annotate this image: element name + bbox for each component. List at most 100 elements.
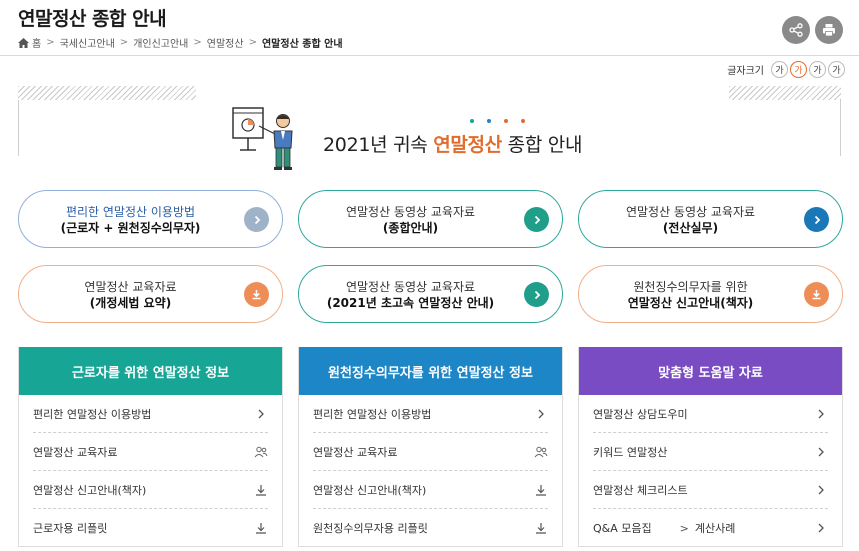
list-item[interactable]: 연말정산 교육자료 xyxy=(313,433,548,471)
list-item-group: Q&A 모음집 > 계산사례 xyxy=(593,520,735,536)
quick-link-video-express[interactable]: 연말정산 동영상 교육자료 (2021년 초고속 연말정산 안내) xyxy=(298,265,563,323)
quick-link-line2: (전산실무) xyxy=(662,221,719,235)
list-item-label: 편리한 연말정산 이용방법 xyxy=(33,407,152,421)
withholding-agents-info-panel: 원천징수의무자를 위한 연말정산 정보 편리한 연말정산 이용방법 연말정산 교… xyxy=(298,347,563,547)
breadcrumb-separator-icon: > xyxy=(193,37,202,48)
breadcrumb: 홈 > 국세신고안내 > 개인신고안내 > 연말정산 > 연말정산 종합 안내 xyxy=(18,35,343,50)
printer-icon xyxy=(823,24,835,37)
presenter-illustration-icon xyxy=(232,107,293,170)
quick-link-video-it-practice[interactable]: 연말정산 동영상 교육자료 (전산실무) xyxy=(578,190,843,248)
panel-title: 원천징수의무자를 위한 연말정산 정보 xyxy=(299,347,562,395)
list-item-label: 편리한 연말정산 이용방법 xyxy=(313,407,432,421)
download-icon xyxy=(244,282,269,307)
chevron-right-icon xyxy=(818,409,824,418)
banner-hatch-decoration xyxy=(18,86,196,100)
list-item-label: 연말정산 교육자료 xyxy=(33,445,118,459)
page-header: 연말정산 종합 안내 홈 > 국세신고안내 > 개인신고안내 > 연말정산 > … xyxy=(0,0,859,56)
list-item-label: 연말정산 신고안내(책자) xyxy=(313,483,427,497)
download-icon xyxy=(256,484,266,496)
banner-title-suffix: 종합 안내 xyxy=(501,134,583,156)
list-item-label: 키워드 연말정산 xyxy=(593,445,668,459)
quick-link-withholding-booklet[interactable]: 원천징수의무자를 위한연말정산 신고안내(책자) xyxy=(578,265,843,323)
quick-link-video-overview[interactable]: 연말정산 동영상 교육자료 (종합안내) xyxy=(298,190,563,248)
font-size-normal-button[interactable]: 가 xyxy=(790,61,807,78)
print-button[interactable] xyxy=(815,16,843,44)
list-item-label: 원천징수의무자용 리플릿 xyxy=(313,522,428,535)
quick-link-line1: 원천징수의무자를 위한 xyxy=(633,280,748,294)
chevron-right-icon xyxy=(524,207,549,232)
list-item[interactable]: 연말정산 신고안내(책자) xyxy=(33,471,268,509)
page-title: 연말정산 종합 안내 xyxy=(18,8,167,30)
list-item[interactable]: Q&A 모음집 > 계산사례 xyxy=(593,509,828,547)
workers-info-panel: 근로자를 위한 연말정산 정보 편리한 연말정산 이용방법 연말정산 교육자료 … xyxy=(18,347,283,547)
breadcrumb-current: 연말정산 종합 안내 xyxy=(261,39,343,50)
quick-link-line2: (개정세법 요약) xyxy=(89,296,172,310)
chevron-right-icon xyxy=(538,409,544,418)
share-icon xyxy=(789,23,803,37)
home-icon[interactable] xyxy=(18,37,29,48)
banner-title-highlight: 연말정산 xyxy=(433,134,502,156)
list-item[interactable]: 편리한 연말정산 이용방법 xyxy=(313,395,548,433)
custom-help-panel: 맞춤형 도움말 자료 연말정산 상담도우미 키워드 연말정산 연말정산 체크리스… xyxy=(578,347,843,547)
chevron-right-icon xyxy=(818,447,824,456)
chevron-right-icon xyxy=(818,485,824,494)
quick-link-education-material[interactable]: 연말정산 교육자료 (개정세법 요약) xyxy=(18,265,283,323)
list-item-extra-label[interactable]: 계산사례 xyxy=(695,520,735,536)
quick-link-line2: (종합안내) xyxy=(382,221,439,235)
list-item-label: 연말정산 신고안내(책자) xyxy=(33,483,147,497)
quick-link-line2: (근로자 + 원천징수의무자) xyxy=(60,221,201,235)
download-icon xyxy=(536,523,546,534)
banner-border xyxy=(840,100,841,156)
download-icon xyxy=(536,484,546,496)
breadcrumb-separator-icon: > xyxy=(248,37,257,48)
list-item-label: 연말정산 상담도우미 xyxy=(593,407,688,421)
people-icon xyxy=(534,446,548,457)
banner-title-prefix: 2021년 귀속 xyxy=(323,134,434,156)
chevron-right-icon xyxy=(818,523,824,533)
list-item[interactable]: 근로자용 리플릿 xyxy=(33,509,268,547)
banner: 2021년 귀속 연말정산 종합 안내 xyxy=(18,86,841,171)
people-icon xyxy=(254,446,268,457)
chevron-right-icon xyxy=(258,409,264,418)
download-icon xyxy=(256,523,266,534)
quick-link-line1: 연말정산 동영상 교육자료 xyxy=(625,205,756,219)
list-item[interactable]: 키워드 연말정산 xyxy=(593,433,828,471)
panel-title: 맞춤형 도움말 자료 xyxy=(579,347,842,395)
list-item[interactable]: 원천징수의무자용 리플릿 xyxy=(313,509,548,547)
list-item-label: 연말정산 교육자료 xyxy=(313,445,398,459)
chevron-right-icon xyxy=(244,207,269,232)
quick-link-line1: 편리한 연말정산 이용방법 xyxy=(65,205,196,219)
panel-title: 근로자를 위한 연말정산 정보 xyxy=(19,347,282,395)
quick-link-line1: 연말정산 동영상 교육자료 xyxy=(345,280,476,294)
banner-title: 2021년 귀속 연말정산 종합 안내 xyxy=(323,130,582,157)
quick-link-usage-guide[interactable]: 편리한 연말정산 이용방법 (근로자 + 원천징수의무자) xyxy=(18,190,283,248)
list-item-label: 연말정산 체크리스트 xyxy=(593,483,688,497)
list-item[interactable]: 편리한 연말정산 이용방법 xyxy=(33,395,268,433)
chevron-right-icon xyxy=(804,207,829,232)
breadcrumb-separator-icon: > xyxy=(119,37,129,48)
chevron-right-icon: > xyxy=(679,521,689,535)
font-size-control: 글자크기 가 가 가 가 xyxy=(727,61,845,78)
banner-border xyxy=(18,100,19,156)
list-item[interactable]: 연말정산 상담도우미 xyxy=(593,395,828,433)
breadcrumb-tax-report-guide[interactable]: 국세신고안내 xyxy=(60,35,115,50)
breadcrumb-year-end-settlement[interactable]: 연말정산 xyxy=(207,35,244,50)
share-button[interactable] xyxy=(782,16,810,44)
quick-link-line1: 연말정산 교육자료 xyxy=(84,280,177,294)
breadcrumb-personal-report-guide[interactable]: 개인신고안내 xyxy=(133,35,188,50)
list-item[interactable]: 연말정산 교육자료 xyxy=(33,433,268,471)
font-size-small-button[interactable]: 가 xyxy=(771,61,788,78)
chevron-right-icon xyxy=(524,282,549,307)
quick-link-line2: 연말정산 신고안내(책자) xyxy=(627,296,754,310)
list-item[interactable]: 연말정산 체크리스트 xyxy=(593,471,828,509)
font-size-large-button[interactable]: 가 xyxy=(809,61,826,78)
font-size-xlarge-button[interactable]: 가 xyxy=(828,61,845,78)
breadcrumb-home[interactable]: 홈 xyxy=(32,35,41,50)
list-item-label: 근로자용 리플릿 xyxy=(33,522,108,535)
quick-link-line1: 연말정산 동영상 교육자료 xyxy=(345,205,476,219)
font-size-label: 글자크기 xyxy=(727,66,764,77)
quick-link-line2: (2021년 초고속 연말정산 안내) xyxy=(326,296,495,310)
download-icon xyxy=(804,282,829,307)
list-item-label[interactable]: Q&A 모음집 xyxy=(593,520,652,536)
list-item[interactable]: 연말정산 신고안내(책자) xyxy=(313,471,548,509)
